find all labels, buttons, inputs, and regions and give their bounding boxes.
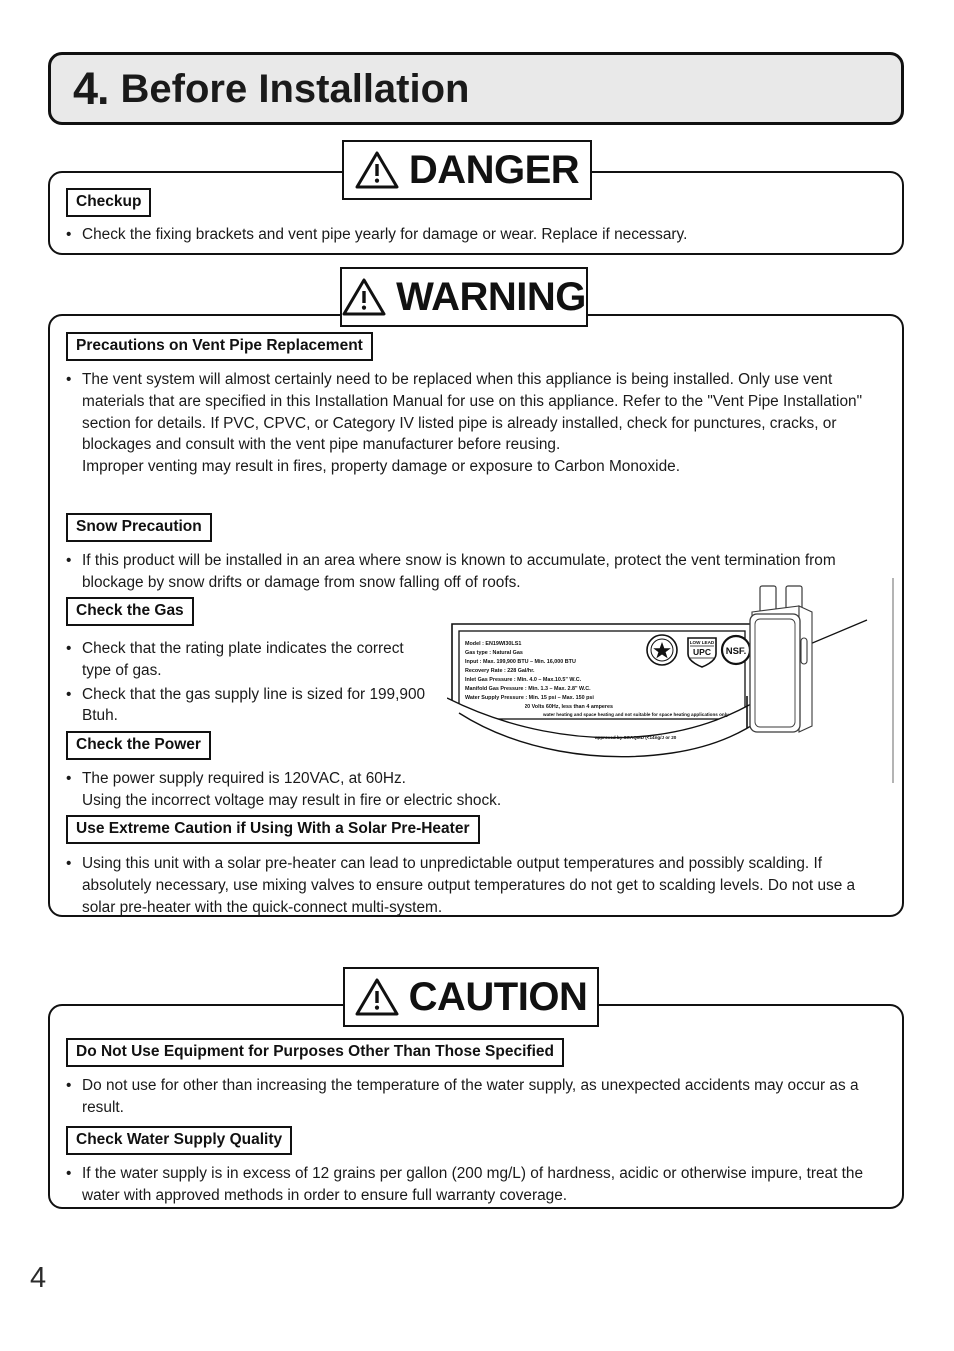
warning-triangle-icon: [342, 278, 386, 316]
bullet-text: If the water supply is in excess of 12 g…: [82, 1164, 864, 1204]
page-title-bar: 4. Before Installation: [48, 52, 904, 125]
plate-line-obscured-2: approved by SCAQMD (<14ng/J or 20: [595, 735, 677, 740]
plate-line-gas-type: Gas type : Natural Gas: [465, 650, 523, 656]
bullet-item: • Do not use for other than increasing t…: [66, 1075, 888, 1119]
warning-triangle-icon: [355, 978, 399, 1016]
bullet-item: • The vent system will almost certainly …: [66, 369, 888, 457]
star-certification-icon: [646, 634, 678, 666]
caution-section-water-quality: Check Water Supply Quality • If the wate…: [66, 1126, 888, 1207]
warning-banner-label: WARNING: [396, 275, 586, 319]
nsf-certification-icon: NSF.: [720, 634, 752, 666]
bullet-item: • Check that the gas supply line is size…: [66, 684, 426, 728]
bullet-dot-icon: •: [66, 370, 72, 388]
bullet-item: • Check the fixing brackets and vent pip…: [66, 224, 888, 246]
warning-section-power: Check the Power • The power supply requi…: [66, 731, 516, 812]
bullet-text: Check that the rating plate indicates th…: [82, 639, 404, 679]
rating-plate-figure: LOW LEAD UPC NSF. Model : EN19WI30LS1 Ga…: [446, 578, 917, 783]
plate-line-manifold-gas-pressure: Manifold Gas Pressure : Min. 1.3 – Max. …: [465, 686, 591, 692]
plate-line-recovery-rate: Recovery Rate : 228 Gal/hr.: [465, 668, 535, 674]
bullet-dot-icon: •: [66, 1076, 72, 1094]
svg-text:LOW LEAD: LOW LEAD: [690, 640, 715, 645]
plate-line-model: Model : EN19WI30LS1: [465, 641, 522, 647]
bullet-item: • The power supply required is 120VAC, a…: [66, 768, 516, 790]
danger-banner-label: DANGER: [408, 148, 580, 192]
section-heading: Check the Gas: [66, 597, 194, 626]
bullet-dot-icon: •: [66, 1164, 72, 1182]
warning-banner: WARNING: [340, 267, 588, 327]
section-extra-line: Improper venting may result in fires, pr…: [82, 458, 680, 476]
section-heading: Use Extreme Caution if Using With a Sola…: [66, 815, 480, 844]
warning-triangle-icon: [355, 151, 399, 189]
section-heading: Checkup: [66, 188, 152, 217]
bullet-text: The power supply required is 120VAC, at …: [82, 769, 406, 787]
water-heater-unit-illustration: [749, 585, 813, 733]
warning-section-gas: Check the Gas • Check that the rating pl…: [66, 597, 426, 727]
bullet-item: • Check that the rating plate indicates …: [66, 638, 426, 682]
bullet-dot-icon: •: [66, 551, 72, 569]
bullet-text: Using this unit with a solar pre-heater …: [82, 854, 856, 916]
bullet-dot-icon: •: [66, 639, 72, 657]
section-heading: Precautions on Vent Pipe Replacement: [66, 332, 373, 361]
caution-section-purpose: Do Not Use Equipment for Purposes Other …: [66, 1038, 888, 1119]
bullet-dot-icon: •: [66, 685, 72, 703]
section-extra-line: Using the incorrect voltage may result i…: [82, 791, 502, 809]
warning-section-vent-pipe: Precautions on Vent Pipe Replacement • T…: [66, 332, 888, 478]
bullet-dot-icon: •: [66, 769, 72, 787]
bullet-dot-icon: •: [66, 225, 72, 243]
danger-banner: DANGER: [342, 140, 592, 200]
plate-line-water-supply-pressure: Water Supply Pressure : Min. 15 psi – Ma…: [465, 695, 594, 701]
caution-banner-label: CAUTION: [408, 975, 588, 1019]
caution-banner: CAUTION: [343, 967, 599, 1027]
page-title-number: 4.: [73, 63, 110, 114]
bullet-item: • Using this unit with a solar pre-heate…: [66, 853, 888, 919]
bullet-item: • If the water supply is in excess of 12…: [66, 1163, 888, 1207]
page-number: 4: [30, 1262, 47, 1294]
svg-text:UPC: UPC: [693, 647, 711, 657]
plate-line-input: Input : Max. 199,900 BTU – Min. 16,000 B…: [465, 659, 576, 665]
warning-section-solar-preheater: Use Extreme Caution if Using With a Sola…: [66, 815, 888, 918]
section-heading: Check Water Supply Quality: [66, 1126, 293, 1155]
bullet-text: Check the fixing brackets and vent pipe …: [82, 225, 688, 243]
section-heading: Snow Precaution: [66, 513, 212, 542]
svg-text:NSF.: NSF.: [726, 646, 747, 657]
plate-line-inlet-gas-pressure: Inlet Gas Pressure : Min. 4.0 – Max.10.5…: [465, 677, 582, 683]
plate-line-obscured-1: water heating and space heating and not …: [543, 712, 729, 717]
section-heading: Check the Power: [66, 731, 211, 760]
section-heading: Do Not Use Equipment for Purposes Other …: [66, 1038, 564, 1067]
bullet-text: Check that the gas supply line is sized …: [82, 685, 426, 725]
bullet-text: Do not use for other than increasing the…: [82, 1076, 859, 1116]
bullet-text: The vent system will almost certainly ne…: [82, 370, 863, 454]
page-title-text: Before Installation: [120, 66, 470, 111]
bullet-dot-icon: •: [66, 854, 72, 872]
